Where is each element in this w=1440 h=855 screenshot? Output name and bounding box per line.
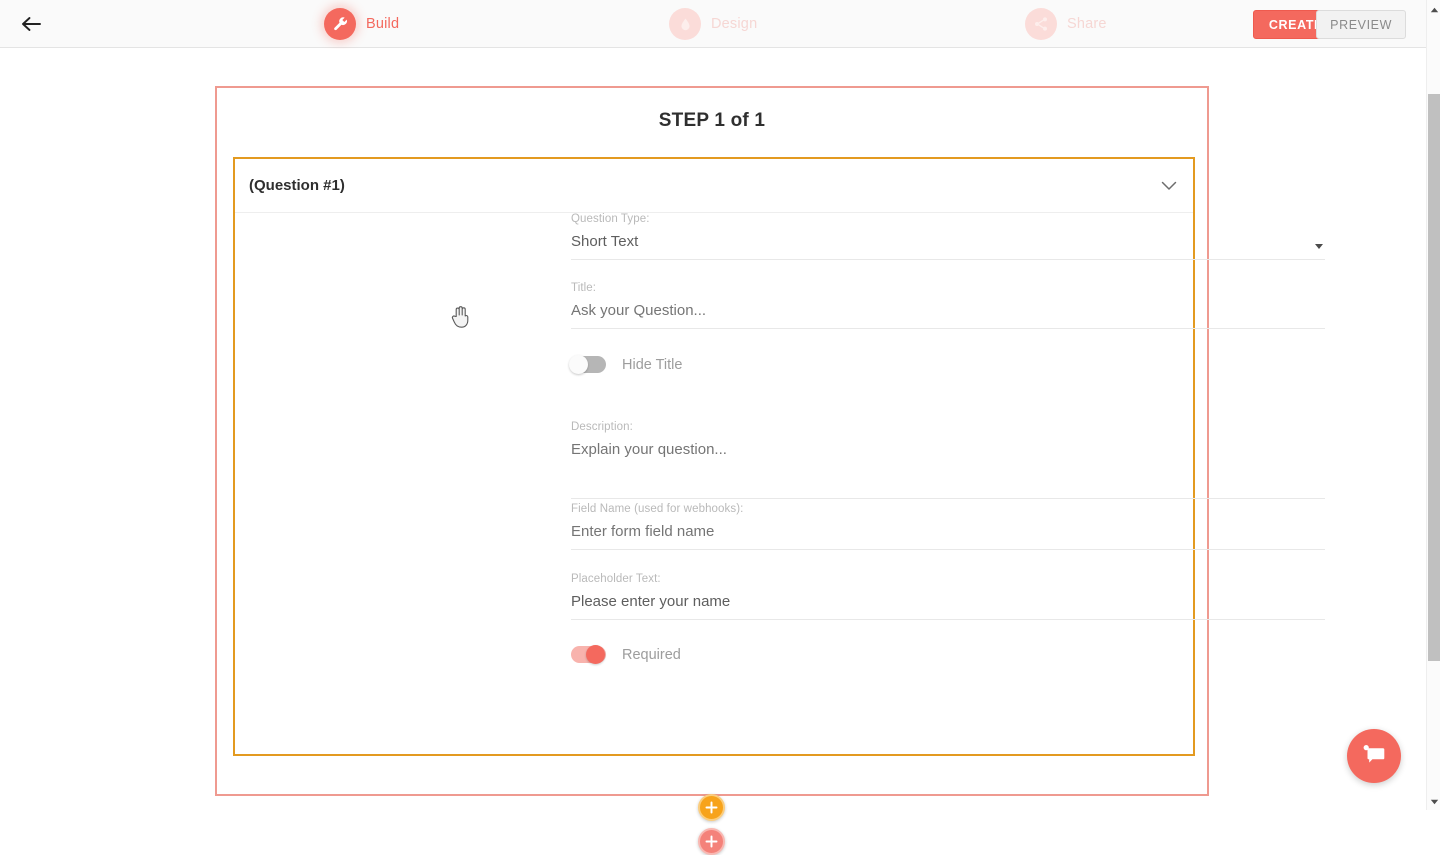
scroll-up-button[interactable] <box>1427 2 1440 16</box>
hide-title-switch[interactable] <box>569 355 606 374</box>
question-type-select[interactable]: Short Text <box>571 233 1325 260</box>
hide-title-toggle[interactable]: Hide Title <box>569 355 683 374</box>
droplet-icon <box>669 8 701 40</box>
hide-title-label: Hide Title <box>622 356 683 373</box>
question-body: Question Type: Short Text Title: Hide Ti… <box>235 213 1325 664</box>
step-title: STEP 1 of 1 <box>658 110 766 131</box>
chevron-down-icon[interactable] <box>1161 181 1177 191</box>
question-header[interactable]: (Question #1) <box>235 159 1193 213</box>
description-label: Description: <box>571 421 633 433</box>
caret-down-icon <box>1430 792 1439 810</box>
title-label: Title: <box>571 282 597 294</box>
scrollbar-thumb[interactable] <box>1428 94 1440 661</box>
tab-share-label: Share <box>1067 16 1107 32</box>
tab-build[interactable]: Build <box>324 8 399 40</box>
tab-design-label: Design <box>711 16 758 32</box>
scroll-down-button[interactable] <box>1427 794 1440 808</box>
placeholder-text-input[interactable] <box>571 593 1325 620</box>
vertical-scrollbar[interactable] <box>1426 0 1440 810</box>
field-title: Title: <box>571 282 1325 329</box>
add-question-button[interactable] <box>698 794 725 821</box>
wrench-icon <box>324 8 356 40</box>
field-field-name: Field Name (used for webhooks): <box>571 503 1325 550</box>
caret-up-icon <box>1430 0 1439 18</box>
tab-design[interactable]: Design <box>669 8 757 40</box>
chevron-down-icon[interactable] <box>1315 244 1323 249</box>
required-switch[interactable] <box>571 645 606 664</box>
form-canvas: STEP 1 of 1 (Question #1) Question Type:… <box>0 49 1426 855</box>
tab-share[interactable]: Share <box>1025 8 1107 40</box>
title-input[interactable] <box>571 302 1325 329</box>
placeholder-text-label: Placeholder Text: <box>571 573 661 585</box>
preview-button[interactable]: PREVIEW <box>1316 10 1406 39</box>
field-name-input[interactable] <box>571 523 1325 550</box>
field-placeholder-text: Placeholder Text: <box>571 573 1325 620</box>
field-question-type: Question Type: Short Text <box>571 213 1325 260</box>
field-name-label: Field Name (used for webhooks): <box>571 503 744 515</box>
required-label: Required <box>622 646 681 663</box>
tab-build-label: Build <box>366 16 400 32</box>
share-nodes-icon <box>1025 8 1057 40</box>
top-toolbar: Build Design Share CREATE PREVIEW <box>0 0 1426 48</box>
question-card: (Question #1) Question Type: Short Text … <box>233 157 1325 756</box>
step-tabs: Build Design Share <box>0 0 1426 48</box>
chat-bubble-icon <box>1361 742 1387 771</box>
plus-icon <box>705 835 718 848</box>
question-type-label: Question Type: <box>571 213 650 225</box>
field-description: Description: <box>571 421 1325 499</box>
step-card: STEP 1 of 1 (Question #1) Question Type:… <box>215 86 1325 796</box>
add-step-button[interactable] <box>698 828 725 855</box>
description-input[interactable] <box>571 441 1325 499</box>
question-header-label: (Question #1) <box>249 177 345 194</box>
required-toggle[interactable]: Required <box>571 645 681 664</box>
feedback-button[interactable] <box>1347 729 1401 783</box>
plus-icon <box>705 801 718 814</box>
